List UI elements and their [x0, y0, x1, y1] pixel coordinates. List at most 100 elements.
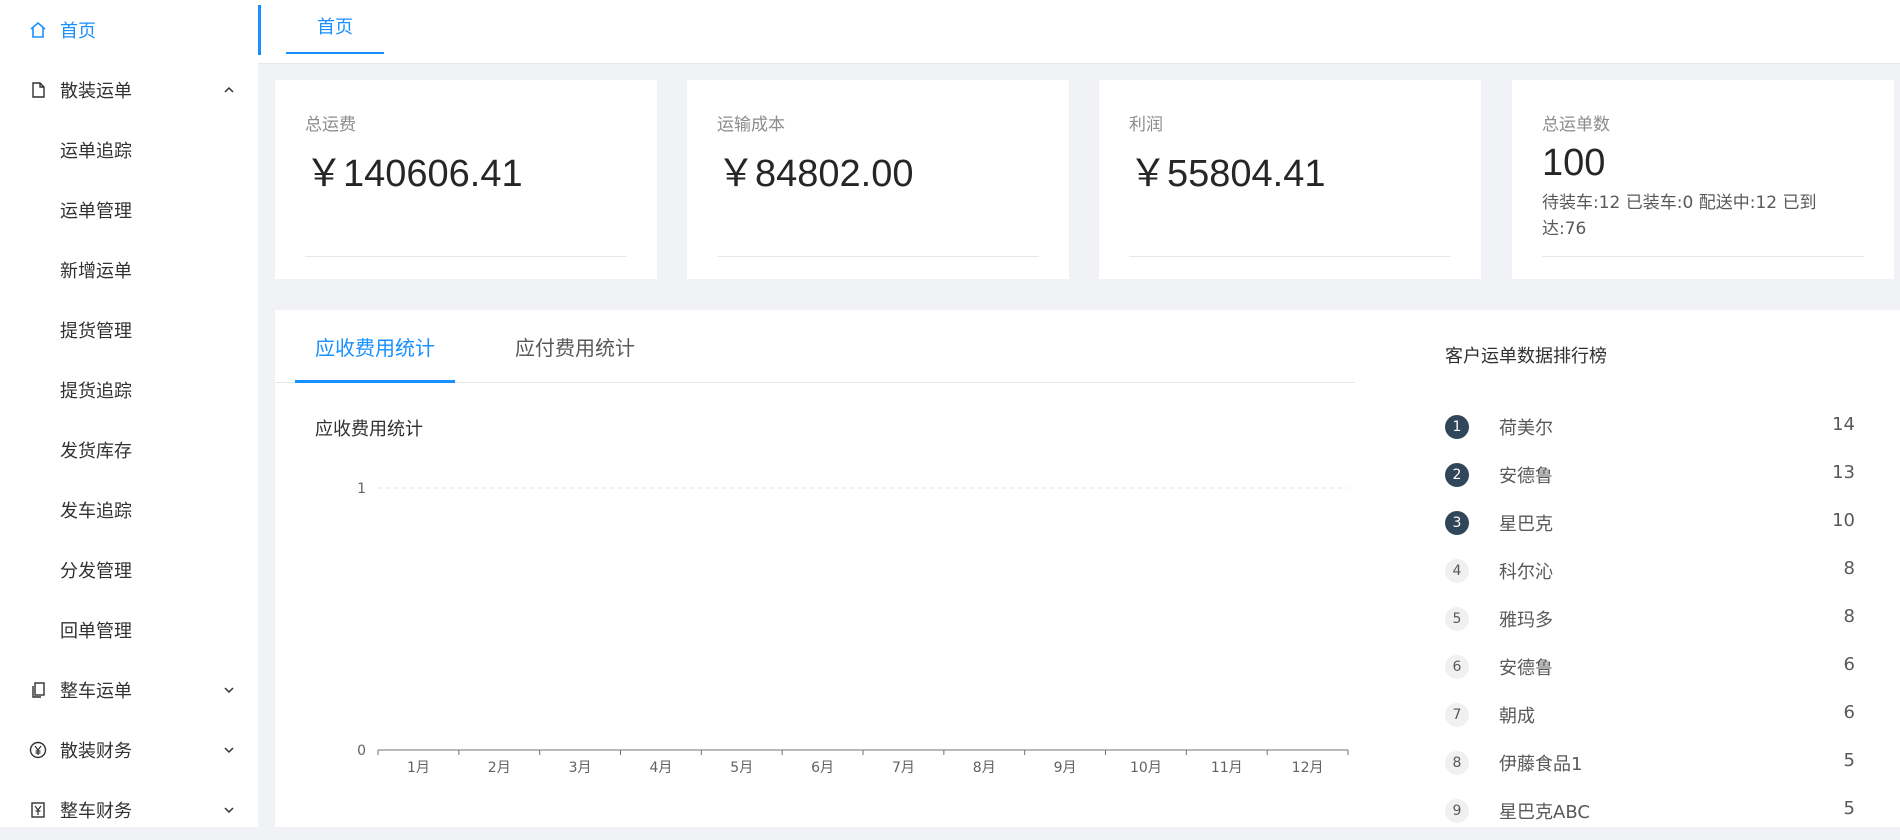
ranking-row: 4 科尔沁 8 [1445, 554, 1855, 586]
x-tick-label: 7月 [892, 760, 915, 776]
sidebar-item-full-truck-finance[interactable]: 整车财务 [0, 780, 258, 840]
sidebar-item-full-truck-waybill[interactable]: 整车运单 [0, 660, 258, 720]
copy-icon [28, 680, 48, 700]
stat-card-profit: 利润 ￥55804.41 [1099, 80, 1481, 279]
stat-title: 运输成本 [717, 115, 785, 135]
sidebar-subitem-label: 新增运单 [60, 261, 132, 282]
chevron-up-icon [222, 83, 236, 97]
sidebar-subitem-waybill-tracking[interactable]: 运单追踪 [0, 120, 258, 180]
stat-value: 100 [1542, 142, 1606, 184]
x-tick-label: 5月 [730, 760, 753, 776]
divider [1542, 256, 1864, 257]
sidebar-subitem-label: 发车追踪 [60, 501, 132, 522]
stat-value: ￥55804.41 [1129, 153, 1326, 195]
customer-name: 安德鲁 [1499, 466, 1553, 487]
stat-title: 总运费 [305, 115, 356, 135]
rank-badge: 1 [1445, 415, 1469, 439]
divider [1129, 256, 1451, 257]
sidebar-subitem-shipping-inventory[interactable]: 发货库存 [0, 420, 258, 480]
sidebar-item-label: 整车运单 [60, 681, 132, 702]
rank-badge: 2 [1445, 463, 1469, 487]
x-tick-label: 1月 [407, 760, 430, 776]
fee-tabs: 应收费用统计 应付费用统计 [275, 310, 1355, 383]
ranking-row: 2 安德鲁 13 [1445, 458, 1855, 490]
customer-name: 安德鲁 [1499, 658, 1553, 679]
x-tick-label: 3月 [569, 760, 592, 776]
rank-badge: 6 [1445, 655, 1469, 679]
ranking-row: 3 星巴克 10 [1445, 506, 1855, 538]
receivable-fee-chart: 011月 2月 3月 4月 5月 6月 7月 8月 9月 10月 11月 12月 [357, 481, 1349, 776]
sidebar-item-label: 整车财务 [60, 801, 132, 822]
customer-name: 星巴克ABC [1499, 802, 1590, 823]
waybill-count: 5 [1843, 798, 1855, 819]
ranking-row: 8 伊藤食品1 5 [1445, 746, 1855, 778]
sidebar-subitem-departure-tracking[interactable]: 发车追踪 [0, 480, 258, 540]
sidebar-subitem-label: 回单管理 [60, 621, 132, 642]
waybill-count: 6 [1843, 702, 1855, 723]
customer-name: 科尔沁 [1499, 562, 1553, 583]
sidebar-subitem-label: 提货追踪 [60, 381, 132, 402]
x-tick-label: 11月 [1211, 760, 1243, 776]
x-tick-label: 9月 [1054, 760, 1077, 776]
home-icon [28, 20, 48, 40]
stat-card-total-waybills: 总运单数 100 待装车:12 已装车:0 配送中:12 已到达:76 [1512, 80, 1894, 279]
ranking-row: 7 朝成 6 [1445, 698, 1855, 730]
divider [305, 256, 627, 257]
ranking-row: 9 星巴克ABC 5 [1445, 794, 1855, 826]
chevron-down-icon [222, 743, 236, 757]
tab-receivable-stats[interactable]: 应收费用统计 [315, 310, 435, 383]
waybill-count: 5 [1843, 750, 1855, 771]
statistics-panel: 应收费用统计 应付费用统计 应收费用统计 0 1 1月 2月 3月 4月 5月 6月 7月 8月 9… [275, 310, 1900, 827]
sidebar-subitem-waybill-management[interactable]: 运单管理 [0, 180, 258, 240]
waybill-count: 6 [1843, 654, 1855, 675]
sidebar: 首页 散装运单 运单追踪 运单管理 新增运单 提货管理 提货追踪 发货库存 发车… [0, 0, 258, 827]
stat-title: 利润 [1129, 115, 1163, 135]
y-tick-label: 0 [357, 743, 366, 759]
waybill-count: 8 [1843, 606, 1855, 627]
sidebar-item-home[interactable]: 首页 [0, 0, 258, 60]
x-tick-label: 12月 [1292, 760, 1324, 776]
ranking-row: 5 雅玛多 8 [1445, 602, 1855, 634]
waybill-status-breakdown: 待装车:12 已装车:0 配送中:12 已到达:76 [1542, 193, 1817, 239]
sidebar-subitem-label: 运单追踪 [60, 141, 132, 162]
active-indicator [258, 5, 261, 55]
sidebar-item-bulk-waybill[interactable]: 散装运单 [0, 60, 258, 120]
customer-name: 荷美尔 [1499, 418, 1553, 439]
stat-value: ￥140606.41 [305, 153, 523, 195]
ranking-row: 6 安德鲁 6 [1445, 650, 1855, 682]
sidebar-subitem-pickup-management[interactable]: 提货管理 [0, 300, 258, 360]
stat-title: 总运单数 [1542, 115, 1610, 135]
sidebar-subitem-label: 分发管理 [60, 561, 132, 582]
rank-badge: 5 [1445, 607, 1469, 631]
tags-view-bar: 首页 [258, 0, 1900, 64]
sidebar-subitem-label: 发货库存 [60, 441, 132, 462]
waybill-count: 13 [1832, 462, 1855, 483]
x-tick-label: 10月 [1130, 760, 1162, 776]
y-tick-label: 1 [357, 481, 366, 497]
stat-card-transport-cost: 运输成本 ￥84802.00 [687, 80, 1069, 279]
x-tick-label: 6月 [811, 760, 834, 776]
x-tick-label: 8月 [973, 760, 996, 776]
sidebar-subitem-distribution-management[interactable]: 分发管理 [0, 540, 258, 600]
rank-badge: 9 [1445, 799, 1469, 823]
customer-name: 星巴克 [1499, 514, 1553, 535]
ranking-row: 1 荷美尔 14 [1445, 410, 1855, 442]
sidebar-subitem-label: 运单管理 [60, 201, 132, 222]
sidebar-subitem-receipt-management[interactable]: 回单管理 [0, 600, 258, 660]
tab-payable-stats[interactable]: 应付费用统计 [515, 310, 635, 383]
sidebar-item-label: 散装财务 [60, 741, 132, 762]
sidebar-item-label: 散装运单 [60, 81, 132, 102]
sidebar-subitem-label: 提货管理 [60, 321, 132, 342]
sidebar-item-bulk-finance[interactable]: 散装财务 [0, 720, 258, 780]
stat-card-total-freight: 总运费 ￥140606.41 [275, 80, 657, 279]
sidebar-item-label: 首页 [60, 21, 96, 42]
waybill-count: 10 [1832, 510, 1855, 531]
tab-home[interactable]: 首页 [286, 0, 384, 54]
waybill-count: 14 [1832, 414, 1855, 435]
sidebar-subitem-pickup-tracking[interactable]: 提货追踪 [0, 360, 258, 420]
rank-badge: 7 [1445, 703, 1469, 727]
sidebar-subitem-new-waybill[interactable]: 新增运单 [0, 240, 258, 300]
ranking-title: 客户运单数据排行榜 [1445, 346, 1607, 367]
tab-active-indicator [295, 380, 455, 383]
waybill-count: 8 [1843, 558, 1855, 579]
